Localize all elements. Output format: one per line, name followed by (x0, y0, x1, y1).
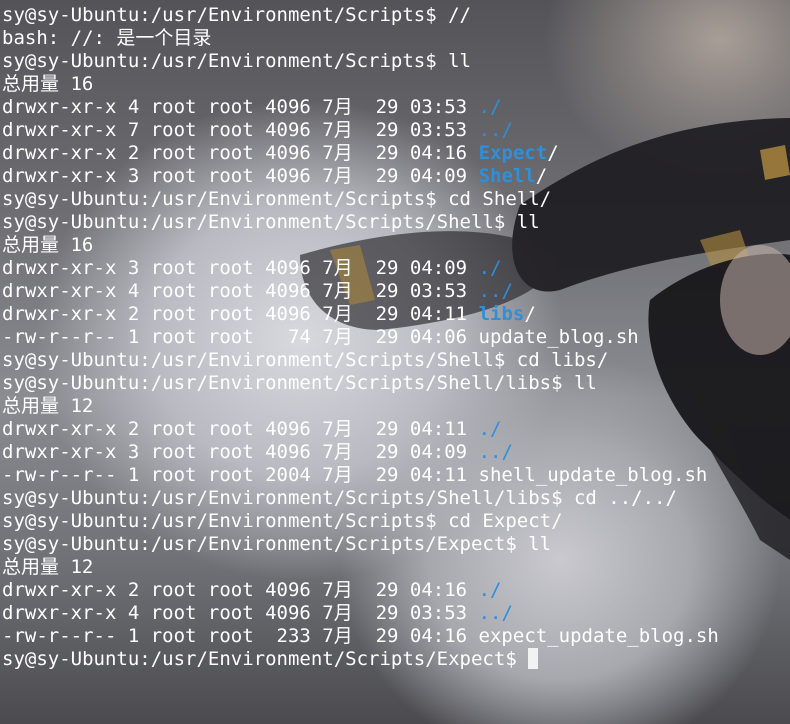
directory-name: ./ (478, 96, 502, 118)
line-text: drwxr-xr-x 7 root root 4096 7月 29 03:53 (2, 119, 479, 141)
directory-name: ../ (478, 602, 513, 624)
line-text: sy@sy-Ubuntu:/usr/Environment/Scripts$ l… (2, 50, 471, 72)
terminal-line: drwxr-xr-x 4 root root 4096 7月 29 03:53 … (2, 602, 719, 625)
terminal-line: 总用量 16 (2, 234, 719, 257)
terminal-line: drwxr-xr-x 2 root root 4096 7月 29 04:11 … (2, 303, 719, 326)
prompt-line[interactable]: sy@sy-Ubuntu:/usr/Environment/Scripts/Ex… (2, 648, 719, 671)
terminal-line: sy@sy-Ubuntu:/usr/Environment/Scripts$ c… (2, 188, 719, 211)
terminal-line: -rw-r--r-- 1 root root 2004 7月 29 04:11 … (2, 464, 719, 487)
line-text: drwxr-xr-x 4 root root 4096 7月 29 03:53 (2, 602, 479, 624)
terminal-line: drwxr-xr-x 3 root root 4096 7月 29 04:09 … (2, 441, 719, 464)
directory-name: ./ (478, 418, 502, 440)
terminal-line: sy@sy-Ubuntu:/usr/Environment/Scripts$ c… (2, 510, 719, 533)
terminal-line: drwxr-xr-x 2 root root 4096 7月 29 04:16 … (2, 579, 719, 602)
line-text: -rw-r--r-- 1 root root 74 7月 29 04:06 up… (2, 326, 639, 348)
line-text: / (524, 303, 536, 325)
line-text: sy@sy-Ubuntu:/usr/Environment/Scripts/Sh… (2, 211, 540, 233)
terminal-line: drwxr-xr-x 3 root root 4096 7月 29 04:09 … (2, 257, 719, 280)
prompt-text: sy@sy-Ubuntu:/usr/Environment/Scripts/Ex… (2, 648, 529, 670)
terminal-line: bash: //: 是一个目录 (2, 27, 719, 50)
line-text: 总用量 16 (2, 234, 94, 256)
terminal-line: sy@sy-Ubuntu:/usr/Environment/Scripts/Sh… (2, 211, 719, 234)
directory-name: ./ (478, 579, 502, 601)
terminal-line: drwxr-xr-x 7 root root 4096 7月 29 03:53 … (2, 119, 719, 142)
line-text: drwxr-xr-x 4 root root 4096 7月 29 03:53 (2, 96, 479, 118)
terminal-line: drwxr-xr-x 3 root root 4096 7月 29 04:09 … (2, 165, 719, 188)
terminal-line: drwxr-xr-x 2 root root 4096 7月 29 04:11 … (2, 418, 719, 441)
line-text: sy@sy-Ubuntu:/usr/Environment/Scripts$ c… (2, 188, 552, 210)
terminal-line: sy@sy-Ubuntu:/usr/Environment/Scripts$ /… (2, 4, 719, 27)
line-text: drwxr-xr-x 2 root root 4096 7月 29 04:11 (2, 303, 479, 325)
terminal-output[interactable]: sy@sy-Ubuntu:/usr/Environment/Scripts$ /… (2, 4, 719, 671)
line-text: drwxr-xr-x 2 root root 4096 7月 29 04:16 (2, 579, 479, 601)
line-text: sy@sy-Ubuntu:/usr/Environment/Scripts/Sh… (2, 372, 597, 394)
line-text: 总用量 12 (2, 395, 94, 417)
terminal-line: sy@sy-Ubuntu:/usr/Environment/Scripts/Sh… (2, 349, 719, 372)
line-text: drwxr-xr-x 2 root root 4096 7月 29 04:11 (2, 418, 479, 440)
line-text: sy@sy-Ubuntu:/usr/Environment/Scripts$ /… (2, 4, 471, 26)
terminal-line: drwxr-xr-x 4 root root 4096 7月 29 03:53 … (2, 280, 719, 303)
directory-name: libs (478, 303, 525, 325)
directory-name: ../ (478, 119, 513, 141)
terminal-line: 总用量 12 (2, 556, 719, 579)
line-text: -rw-r--r-- 1 root root 2004 7月 29 04:11 … (2, 464, 708, 486)
line-text: sy@sy-Ubuntu:/usr/Environment/Scripts/Sh… (2, 487, 677, 509)
line-text: -rw-r--r-- 1 root root 233 7月 29 04:16 e… (2, 625, 719, 647)
terminal-line: -rw-r--r-- 1 root root 74 7月 29 04:06 up… (2, 326, 719, 349)
line-text: drwxr-xr-x 3 root root 4096 7月 29 04:09 (2, 441, 479, 463)
line-text: / (547, 142, 559, 164)
line-text: bash: //: 是一个目录 (2, 27, 212, 49)
directory-name: Expect (478, 142, 548, 164)
terminal-line: 总用量 16 (2, 73, 719, 96)
terminal-line: sy@sy-Ubuntu:/usr/Environment/Scripts$ l… (2, 50, 719, 73)
line-text: 总用量 16 (2, 73, 94, 95)
line-text: drwxr-xr-x 3 root root 4096 7月 29 04:09 (2, 165, 479, 187)
directory-name: ../ (478, 441, 513, 463)
line-text: / (535, 165, 548, 187)
terminal-line: sy@sy-Ubuntu:/usr/Environment/Scripts/Ex… (2, 533, 719, 556)
line-text: sy@sy-Ubuntu:/usr/Environment/Scripts/Sh… (2, 349, 609, 371)
line-text: drwxr-xr-x 2 root root 4096 7月 29 04:16 (2, 142, 479, 164)
terminal-line: sy@sy-Ubuntu:/usr/Environment/Scripts/Sh… (2, 487, 719, 510)
terminal-cursor[interactable] (528, 648, 539, 669)
terminal-line: sy@sy-Ubuntu:/usr/Environment/Scripts/Sh… (2, 372, 719, 395)
line-text: drwxr-xr-x 3 root root 4096 7月 29 04:09 (2, 257, 479, 279)
terminal-line: drwxr-xr-x 4 root root 4096 7月 29 03:53 … (2, 96, 719, 119)
terminal-line: 总用量 12 (2, 395, 719, 418)
terminal-line: -rw-r--r-- 1 root root 233 7月 29 04:16 e… (2, 625, 719, 648)
terminal-line: drwxr-xr-x 2 root root 4096 7月 29 04:16 … (2, 142, 719, 165)
directory-name: ./ (478, 257, 502, 279)
line-text: drwxr-xr-x 4 root root 4096 7月 29 03:53 (2, 280, 479, 302)
directory-name: Shell (478, 165, 536, 187)
line-text: sy@sy-Ubuntu:/usr/Environment/Scripts$ c… (2, 510, 563, 532)
directory-name: ../ (478, 280, 513, 302)
line-text: sy@sy-Ubuntu:/usr/Environment/Scripts/Ex… (2, 533, 552, 555)
line-text: 总用量 12 (2, 556, 94, 578)
